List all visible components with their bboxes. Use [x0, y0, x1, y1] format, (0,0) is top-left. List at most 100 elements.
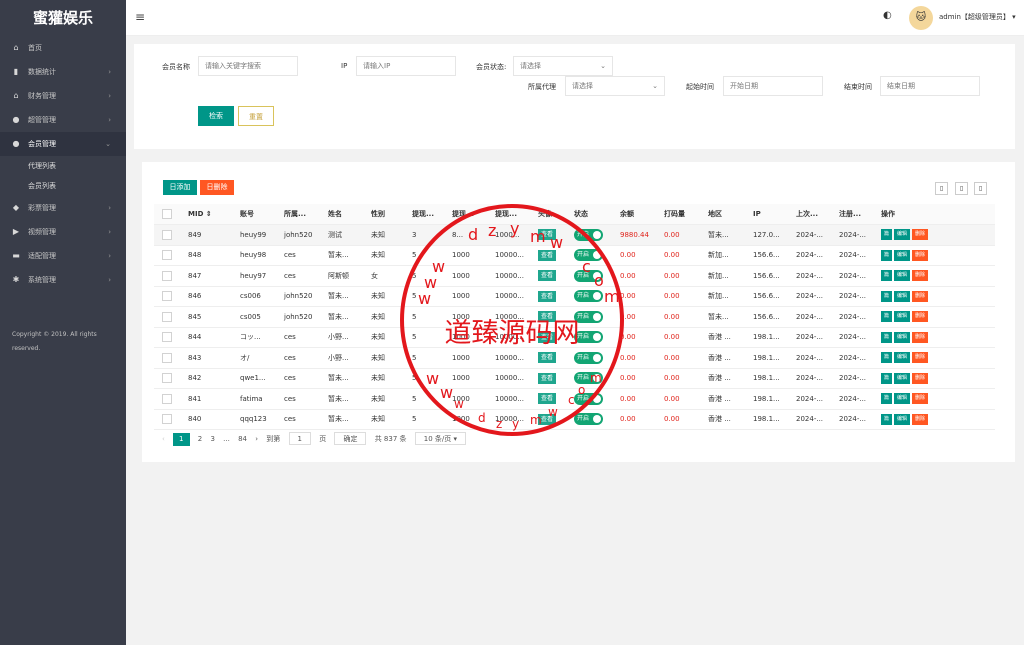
- sidebar-item-3[interactable]: ● 超管管理 ›: [0, 108, 126, 132]
- status-toggle[interactable]: 开启: [574, 372, 603, 385]
- print-icon[interactable]: ▯: [974, 182, 987, 195]
- status-toggle[interactable]: 开启: [574, 249, 603, 262]
- column-header[interactable]: 提现...: [404, 204, 444, 225]
- column-header[interactable]: MID ⇕: [180, 204, 232, 225]
- goto-confirm-button[interactable]: 确定: [334, 432, 367, 445]
- delete-row-button[interactable]: 删除: [912, 331, 929, 343]
- page-last-button[interactable]: 84: [238, 435, 247, 443]
- edit-button[interactable]: 编辑: [894, 413, 911, 425]
- column-header[interactable]: IP: [745, 204, 788, 225]
- detail-button[interactable]: 篇: [881, 352, 893, 364]
- edit-button[interactable]: 编辑: [894, 393, 911, 405]
- sidebar-item-1[interactable]: ▮ 数据统计 ›: [0, 60, 126, 84]
- sidebar-item-2[interactable]: ⌂ 财务管理 ›: [0, 84, 126, 108]
- view-avatar-button[interactable]: 查看: [538, 352, 557, 364]
- next-page-button[interactable]: ›: [255, 435, 258, 443]
- column-header[interactable]: 状态: [566, 204, 612, 225]
- column-header[interactable]: 地区: [700, 204, 745, 225]
- page-number-input[interactable]: 1: [288, 432, 311, 445]
- edit-button[interactable]: 编辑: [894, 249, 911, 261]
- view-avatar-button[interactable]: 查看: [538, 249, 557, 261]
- sidebar-item-8[interactable]: ✱ 系统管理 ›: [0, 268, 126, 292]
- search-button[interactable]: 检索: [198, 106, 234, 126]
- row-checkbox[interactable]: [162, 311, 172, 322]
- avatar[interactable]: 🐱: [909, 6, 933, 30]
- status-toggle[interactable]: 开启: [574, 290, 603, 303]
- delete-row-button[interactable]: 删除: [912, 249, 929, 261]
- edit-button[interactable]: 编辑: [894, 372, 911, 384]
- row-checkbox[interactable]: [162, 332, 172, 343]
- row-checkbox[interactable]: [162, 352, 172, 363]
- column-header[interactable]: 性别: [363, 204, 404, 225]
- sidebar-item-5[interactable]: ◆ 彩票管理 ›: [0, 196, 126, 220]
- row-checkbox[interactable]: [162, 414, 172, 425]
- page-2-button[interactable]: 2: [198, 435, 202, 443]
- select-all-checkbox[interactable]: [162, 209, 172, 219]
- status-toggle[interactable]: 开启: [574, 310, 603, 323]
- status-toggle[interactable]: 开启: [574, 331, 603, 344]
- page-3-button[interactable]: 3: [210, 435, 214, 443]
- view-avatar-button[interactable]: 查看: [538, 372, 557, 384]
- status-toggle[interactable]: 开启: [574, 269, 603, 282]
- delete-row-button[interactable]: 删除: [912, 352, 929, 364]
- end-date-input[interactable]: 结束日期: [880, 76, 980, 96]
- add-button[interactable]: 日添加: [163, 180, 197, 195]
- row-checkbox[interactable]: [162, 373, 172, 384]
- sidebar-item-0[interactable]: ⌂ 首页: [0, 36, 126, 60]
- delete-row-button[interactable]: 删除: [912, 413, 929, 425]
- start-date-input[interactable]: 开始日期: [723, 76, 823, 96]
- column-header[interactable]: 提现...: [444, 204, 487, 225]
- status-toggle[interactable]: 开启: [574, 228, 603, 241]
- sidebar-item-7[interactable]: ▬ 适配管理 ›: [0, 244, 126, 268]
- detail-button[interactable]: 篇: [881, 249, 893, 261]
- ip-input[interactable]: 请输入IP: [356, 56, 456, 76]
- detail-button[interactable]: 篇: [881, 270, 893, 282]
- edit-button[interactable]: 编辑: [894, 270, 911, 282]
- delete-button[interactable]: 日删除: [200, 180, 234, 195]
- menu-toggle-icon[interactable]: ≡: [135, 10, 145, 24]
- view-avatar-button[interactable]: 查看: [538, 270, 557, 282]
- column-header[interactable]: 上次...: [788, 204, 831, 225]
- row-checkbox[interactable]: [162, 229, 172, 240]
- user-menu[interactable]: admin【超级管理员】 ▾: [939, 12, 1016, 22]
- column-header[interactable]: 打码量: [656, 204, 700, 225]
- row-checkbox[interactable]: [162, 270, 172, 281]
- export-icon[interactable]: ▯: [955, 182, 968, 195]
- detail-button[interactable]: 篇: [881, 372, 893, 384]
- delete-row-button[interactable]: 删除: [912, 270, 929, 282]
- view-avatar-button[interactable]: 查看: [538, 393, 557, 405]
- view-avatar-button[interactable]: 查看: [538, 311, 557, 323]
- column-header[interactable]: 账号: [232, 204, 276, 225]
- delete-row-button[interactable]: 删除: [912, 372, 929, 384]
- column-header[interactable]: 提现...: [487, 204, 530, 225]
- edit-button[interactable]: 编辑: [894, 290, 911, 302]
- detail-button[interactable]: 篇: [881, 393, 893, 405]
- sidebar-item-4[interactable]: ● 会员管理 ⌄: [0, 132, 126, 156]
- column-header[interactable]: 注册...: [831, 204, 873, 225]
- agent-select[interactable]: 请选择 ⌄: [565, 76, 665, 96]
- row-checkbox[interactable]: [162, 291, 172, 302]
- status-select[interactable]: 请选择 ⌄: [513, 56, 613, 76]
- member-name-input[interactable]: 请输入关键字搜索: [198, 56, 298, 76]
- sidebar-subitem-1[interactable]: 会员列表: [0, 176, 126, 196]
- row-checkbox[interactable]: [162, 393, 172, 404]
- edit-button[interactable]: 编辑: [894, 229, 911, 241]
- detail-button[interactable]: 篇: [881, 413, 893, 425]
- columns-icon[interactable]: ▯: [935, 182, 948, 195]
- delete-row-button[interactable]: 删除: [912, 229, 929, 241]
- status-toggle[interactable]: 开启: [574, 351, 603, 364]
- prev-page-button[interactable]: ‹: [162, 435, 165, 443]
- view-avatar-button[interactable]: 查看: [538, 413, 557, 425]
- edit-button[interactable]: 编辑: [894, 331, 911, 343]
- column-header[interactable]: 余额: [612, 204, 656, 225]
- sidebar-subitem-0[interactable]: 代理列表: [0, 156, 126, 176]
- column-header[interactable]: 姓名: [320, 204, 363, 225]
- view-avatar-button[interactable]: 查看: [538, 290, 557, 302]
- detail-button[interactable]: 篇: [881, 229, 893, 241]
- detail-button[interactable]: 篇: [881, 290, 893, 302]
- sidebar-item-6[interactable]: ▶ 视频管理 ›: [0, 220, 126, 244]
- page-1-button[interactable]: 1: [173, 433, 190, 446]
- column-header[interactable]: 头像: [530, 204, 566, 225]
- column-header[interactable]: 所属...: [276, 204, 320, 225]
- detail-button[interactable]: 篇: [881, 311, 893, 323]
